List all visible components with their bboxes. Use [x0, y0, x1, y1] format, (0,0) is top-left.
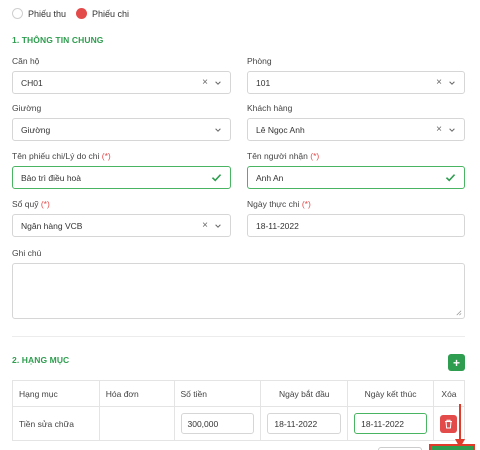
- end-date-input[interactable]: 18-11-2022: [354, 413, 427, 434]
- apartment-value: CH01: [21, 77, 43, 88]
- amount-cell: 300,000: [173, 406, 262, 441]
- customer-label: Khách hàng: [247, 103, 293, 113]
- start-date-input[interactable]: 18-11-2022: [267, 413, 342, 434]
- section-items-title: 2. HẠNG MỤC: [12, 355, 70, 365]
- chevron-down-icon[interactable]: [448, 126, 456, 134]
- recipient-label: Tên người nhận (*): [247, 151, 319, 161]
- recipient-input[interactable]: Anh An: [247, 166, 465, 189]
- voucher-name-value: Bảo trì điều hoà: [21, 172, 82, 183]
- invoice-cell[interactable]: [98, 406, 175, 441]
- voucher-type-group: Phiếu thu Phiếu chi: [12, 8, 139, 19]
- item-name-cell: Tiền sửa chữa: [12, 406, 100, 441]
- col-end-date: Ngày kết thúc: [347, 380, 434, 407]
- room-value: 101: [256, 77, 271, 88]
- clear-icon[interactable]: ×: [436, 77, 442, 88]
- bed-label: Giường: [12, 103, 42, 113]
- radio-receipt-label: Phiếu thu: [28, 8, 67, 19]
- save-button[interactable]: [429, 444, 475, 450]
- apartment-select[interactable]: CH01 ×: [12, 71, 231, 94]
- chevron-down-icon[interactable]: [214, 222, 222, 230]
- start-date-cell: 18-11-2022: [260, 406, 349, 441]
- fund-value: Ngân hàng VCB: [21, 220, 83, 231]
- note-label: Ghi chú: [12, 248, 42, 258]
- table-row: Tiền sửa chữa 300,000 18-11-2022 18-11-2…: [12, 406, 466, 441]
- col-start-date: Ngày bắt đầu: [260, 380, 349, 407]
- clear-icon[interactable]: ×: [436, 124, 442, 135]
- chevron-down-icon[interactable]: [214, 126, 222, 134]
- section-general-title: 1. THÔNG TIN CHUNG: [12, 35, 104, 45]
- fund-label: Sổ quỹ (*): [12, 199, 50, 209]
- voucher-name-input[interactable]: Bảo trì điều hoà: [12, 166, 231, 189]
- pay-date-input[interactable]: 18-11-2022: [247, 214, 465, 237]
- clear-icon[interactable]: ×: [202, 77, 208, 88]
- required-mark: (*): [301, 199, 311, 209]
- resize-grip-icon[interactable]: [455, 309, 462, 316]
- col-delete: Xóa: [432, 380, 466, 407]
- items-table: Hạng mục Hóa đơn Số tiền Ngày bắt đầu Ng…: [12, 380, 466, 441]
- radio-payment[interactable]: Phiếu chi: [76, 8, 129, 19]
- note-textarea[interactable]: [12, 263, 465, 319]
- radio-payment-circle[interactable]: [76, 8, 88, 19]
- pay-date-value: 18-11-2022: [256, 220, 299, 231]
- room-select[interactable]: 101 ×: [247, 71, 465, 94]
- voucher-name-label: Tên phiếu chi/Lý do chi (*): [12, 151, 111, 161]
- radio-receipt-circle[interactable]: [12, 8, 23, 19]
- radio-payment-label: Phiếu chi: [92, 8, 130, 19]
- add-item-button[interactable]: +: [448, 354, 465, 371]
- required-mark: (*): [101, 151, 111, 161]
- chevron-down-icon[interactable]: [448, 79, 456, 87]
- bed-value: Giường: [21, 124, 51, 135]
- amount-input[interactable]: 300,000: [180, 413, 255, 434]
- voucher-name-label-text: Tên phiếu chi/Lý do chi: [12, 151, 100, 161]
- pay-date-label: Ngày thực chi (*): [247, 199, 311, 209]
- recipient-label-text: Tên người nhận: [247, 151, 308, 161]
- customer-select[interactable]: Lê Ngọc Anh ×: [247, 118, 465, 141]
- required-mark: (*): [310, 151, 320, 161]
- room-label: Phòng: [247, 56, 272, 66]
- fund-select[interactable]: Ngân hàng VCB ×: [12, 214, 231, 237]
- apartment-label: Căn hộ: [12, 56, 40, 66]
- fund-label-text: Sổ quỹ: [12, 199, 39, 209]
- col-item: Hạng mục: [12, 380, 100, 407]
- check-icon: [445, 174, 456, 182]
- radio-receipt[interactable]: Phiếu thu: [12, 8, 66, 19]
- recipient-value: Anh An: [256, 172, 284, 183]
- check-icon: [211, 174, 222, 182]
- required-mark: (*): [40, 199, 50, 209]
- col-invoice: Hóa đơn: [98, 380, 175, 407]
- customer-value: Lê Ngọc Anh: [256, 124, 305, 135]
- end-date-cell: 18-11-2022: [347, 406, 434, 441]
- table-header-row: Hạng mục Hóa đơn Số tiền Ngày bắt đầu Ng…: [12, 380, 466, 407]
- section-divider: [12, 336, 465, 337]
- pay-date-label-text: Ngày thực chi: [247, 199, 300, 209]
- col-amount: Số tiền: [173, 380, 262, 407]
- chevron-down-icon[interactable]: [214, 79, 222, 87]
- clear-icon[interactable]: ×: [202, 220, 208, 231]
- bed-select[interactable]: Giường: [12, 118, 231, 141]
